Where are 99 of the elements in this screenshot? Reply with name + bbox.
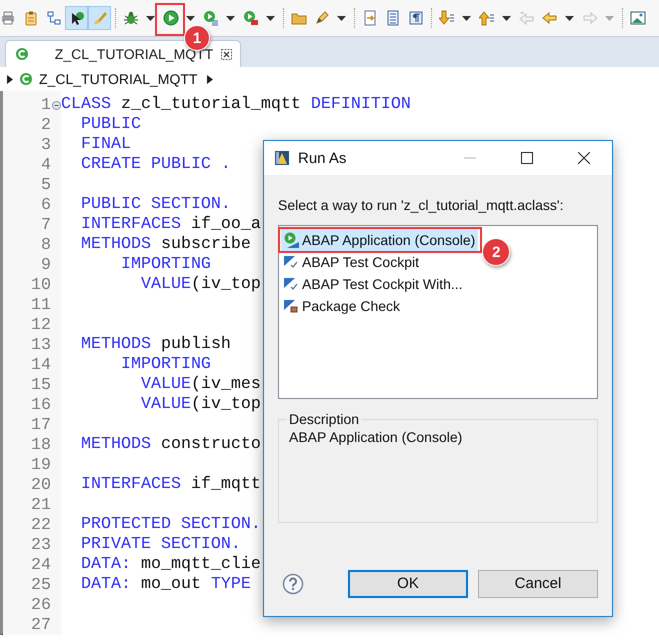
line-number: 14	[31, 356, 51, 374]
highlight-frame	[155, 3, 185, 36]
line-number: 23	[31, 536, 51, 554]
caret-icon	[605, 16, 614, 20]
code-line: PROTECTED SECTION.	[80, 515, 261, 535]
line-number: 17	[31, 416, 51, 434]
image-icon	[630, 10, 646, 26]
dialog-button[interactable]: Cancel	[478, 570, 598, 598]
dialog-button[interactable]: OK	[348, 570, 468, 598]
code-line: METHODS publish	[80, 335, 231, 355]
caret-icon	[502, 16, 511, 20]
arrow-right-icon	[582, 10, 598, 26]
description-text: ABAP Application (Console)	[289, 429, 462, 445]
code-line: VALUE(iv_mes	[140, 375, 261, 395]
line-number: 1	[41, 96, 51, 114]
code-line: DATA: mo_mqtt_clie	[80, 555, 261, 575]
play-icon	[162, 10, 178, 26]
play-toolbox-icon	[242, 10, 258, 26]
line-number: 22	[31, 516, 51, 534]
close-icon[interactable]	[221, 48, 232, 60]
pen-icon	[314, 10, 330, 26]
line-number: 8	[41, 236, 51, 254]
line-number: 25	[31, 576, 51, 594]
code-line: IMPORTING	[120, 255, 211, 275]
line-number: 4	[41, 156, 51, 174]
code-line: FINAL	[80, 135, 131, 155]
line-number: 3	[41, 136, 51, 154]
code-line: VALUE(iv_top	[140, 395, 261, 415]
help-icon[interactable]	[282, 573, 304, 595]
code-line: CLASS z_cl_tutorial_mqtt DEFINITION	[61, 95, 411, 115]
code-line: INTERFACES if_mqtt	[80, 475, 261, 495]
code-line: CREATE PUBLIC .	[80, 155, 231, 175]
brush-icon	[92, 10, 108, 26]
line-number: 9	[41, 256, 51, 274]
play-icon	[283, 232, 299, 248]
maximize-icon[interactable]	[520, 152, 532, 164]
toolbar-button[interactable]	[65, 6, 88, 30]
line-number: 18	[31, 436, 51, 454]
caret-icon	[186, 16, 195, 20]
line-number: 12	[31, 316, 51, 334]
code-line: IMPORTING	[120, 355, 211, 375]
package-icon	[283, 298, 299, 314]
code-line: PUBLIC	[80, 115, 141, 135]
class-icon	[19, 72, 33, 86]
line-number: 2	[41, 116, 51, 134]
code-line: VALUE(iv_top	[140, 275, 261, 295]
document-icon	[384, 10, 400, 26]
line-number: 5	[41, 176, 51, 194]
paragraph-icon	[408, 10, 424, 26]
bug-icon	[122, 10, 138, 26]
clipboard-icon	[22, 10, 38, 26]
arrow-right-icon	[7, 74, 13, 84]
line-number: 19	[31, 456, 51, 474]
line-number: 11	[31, 296, 51, 314]
line-number: 13	[31, 336, 51, 354]
line-number: 16	[31, 396, 51, 414]
app-icon	[274, 150, 290, 166]
arrow-up-icon	[478, 10, 494, 26]
code-line: INTERFACES if_oo_a	[80, 215, 261, 235]
line-number: 15	[31, 376, 51, 394]
flag-check-icon	[283, 276, 299, 292]
callout-badge: 2	[482, 238, 510, 266]
list-item[interactable]: ABAP Test Cockpit	[281, 251, 422, 273]
caret-icon	[462, 16, 471, 20]
list-item[interactable]: ABAP Application (Console)	[281, 229, 478, 251]
play-list-icon	[202, 10, 218, 26]
line-number: 26	[31, 596, 51, 614]
line-number: 7	[41, 216, 51, 234]
code-line: METHODS constructo	[80, 435, 261, 455]
line-number: 10	[31, 276, 51, 294]
arrow-left-icon	[518, 10, 534, 26]
dialog-title: Run As	[298, 150, 348, 166]
caret-icon	[226, 16, 235, 20]
code-line: METHODS subscribe	[80, 235, 251, 255]
arrow-down-icon	[438, 10, 454, 26]
flag-check-icon	[283, 254, 299, 270]
group-label: Description	[288, 411, 360, 427]
line-number: 6	[41, 196, 51, 214]
code-line: PRIVATE SECTION.	[80, 535, 241, 555]
arrow-right-icon	[207, 74, 214, 84]
close-icon[interactable]	[578, 152, 590, 164]
line-number: 20	[31, 476, 51, 494]
caret-icon	[337, 16, 346, 20]
caret-icon	[266, 16, 275, 20]
caret-icon	[565, 16, 574, 20]
caret-icon	[146, 16, 155, 20]
line-number: 27	[31, 616, 51, 634]
code-line: DATA: mo_out TYPE	[80, 575, 251, 595]
prompt-text: Select a way to run 'z_cl_tutorial_mqtt.aclass':	[278, 197, 564, 215]
list-item[interactable]: ABAP Test Cockpit With...	[281, 273, 466, 295]
hierarchy-icon	[46, 10, 62, 26]
class-icon	[15, 47, 29, 61]
collapse-icon[interactable]	[52, 100, 61, 110]
line-number: 21	[31, 496, 51, 514]
list-item[interactable]: Package Check	[281, 295, 404, 317]
breadcrumb-item[interactable]: Z_CL_TUTORIAL_MQTT	[39, 71, 202, 87]
arrow-left-icon	[542, 10, 558, 26]
code-line: PUBLIC SECTION.	[80, 195, 231, 215]
line-number: 24	[31, 556, 51, 574]
